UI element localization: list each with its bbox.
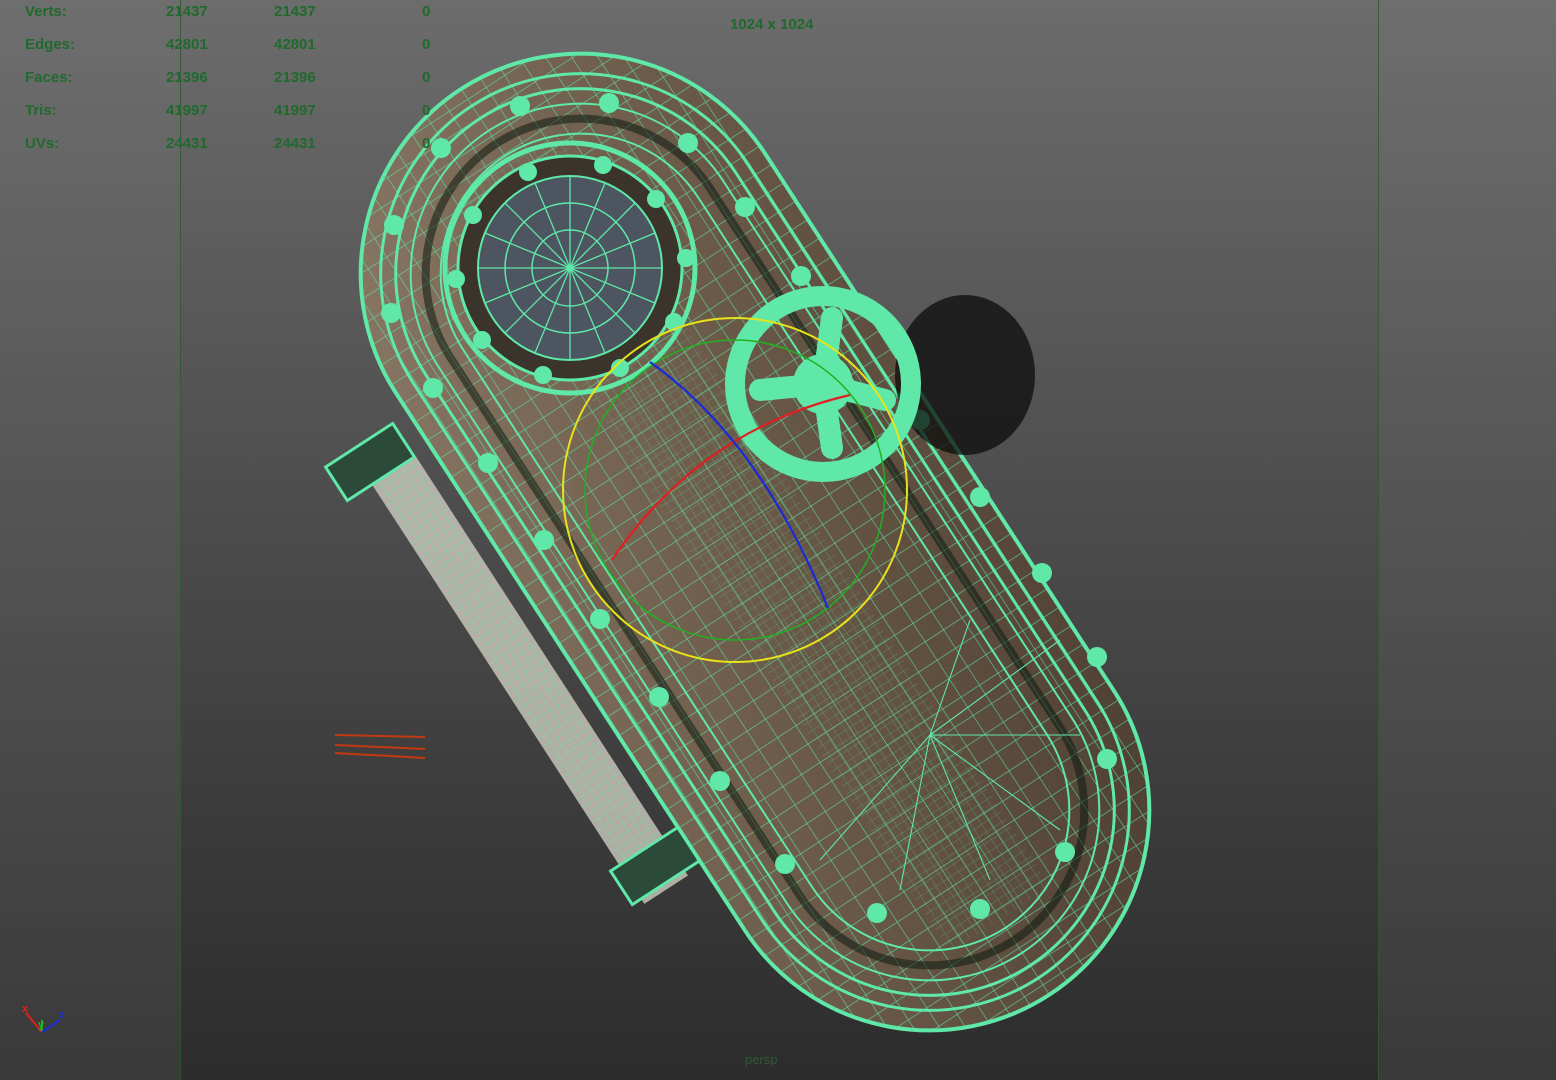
hud-label: Verts:: [25, 3, 67, 20]
camera-name-label: persp: [745, 1052, 778, 1067]
hud-object-value: 21396: [166, 69, 208, 86]
hud-selected-value: 42801: [274, 36, 316, 53]
red-locator-marks: [334, 734, 426, 759]
hud-count-value: 0: [422, 69, 431, 86]
axis-x-label: x: [22, 1003, 29, 1015]
hud-selected-value: 24431: [274, 135, 316, 152]
hud-label: UVs:: [25, 135, 60, 152]
hud-count-value: 0: [422, 36, 431, 53]
hud-label: Edges:: [25, 36, 76, 53]
hud-selected-value: 21396: [274, 69, 316, 86]
porthole: [442, 140, 698, 396]
hud-count-value: 0: [422, 102, 431, 119]
hud-count-value: 0: [422, 3, 431, 20]
hud-label: Faces:: [25, 69, 73, 86]
hud-object-value: 41997: [166, 102, 208, 119]
hud-selected-value: 41997: [274, 102, 316, 119]
axis-gizmo: x y z: [22, 1003, 65, 1033]
resolution-gate-label: 1024 x 1024: [730, 16, 814, 33]
axis-y-label: y: [38, 1019, 45, 1031]
hud-selected-value: 21437: [274, 3, 316, 20]
hatch-wireframe-model[interactable]: x y z: [0, 0, 1556, 1080]
hud-count-value: 0: [422, 135, 431, 152]
hud-object-value: 42801: [166, 36, 208, 53]
3d-viewport[interactable]: x y z Verts: 21437 21437 0 Edges: 42801 …: [0, 0, 1556, 1080]
axis-z-label: z: [59, 1009, 65, 1021]
hud-object-value: 24431: [166, 135, 208, 152]
hud-label: Tris:: [25, 102, 57, 119]
hud-object-value: 21437: [166, 3, 208, 20]
